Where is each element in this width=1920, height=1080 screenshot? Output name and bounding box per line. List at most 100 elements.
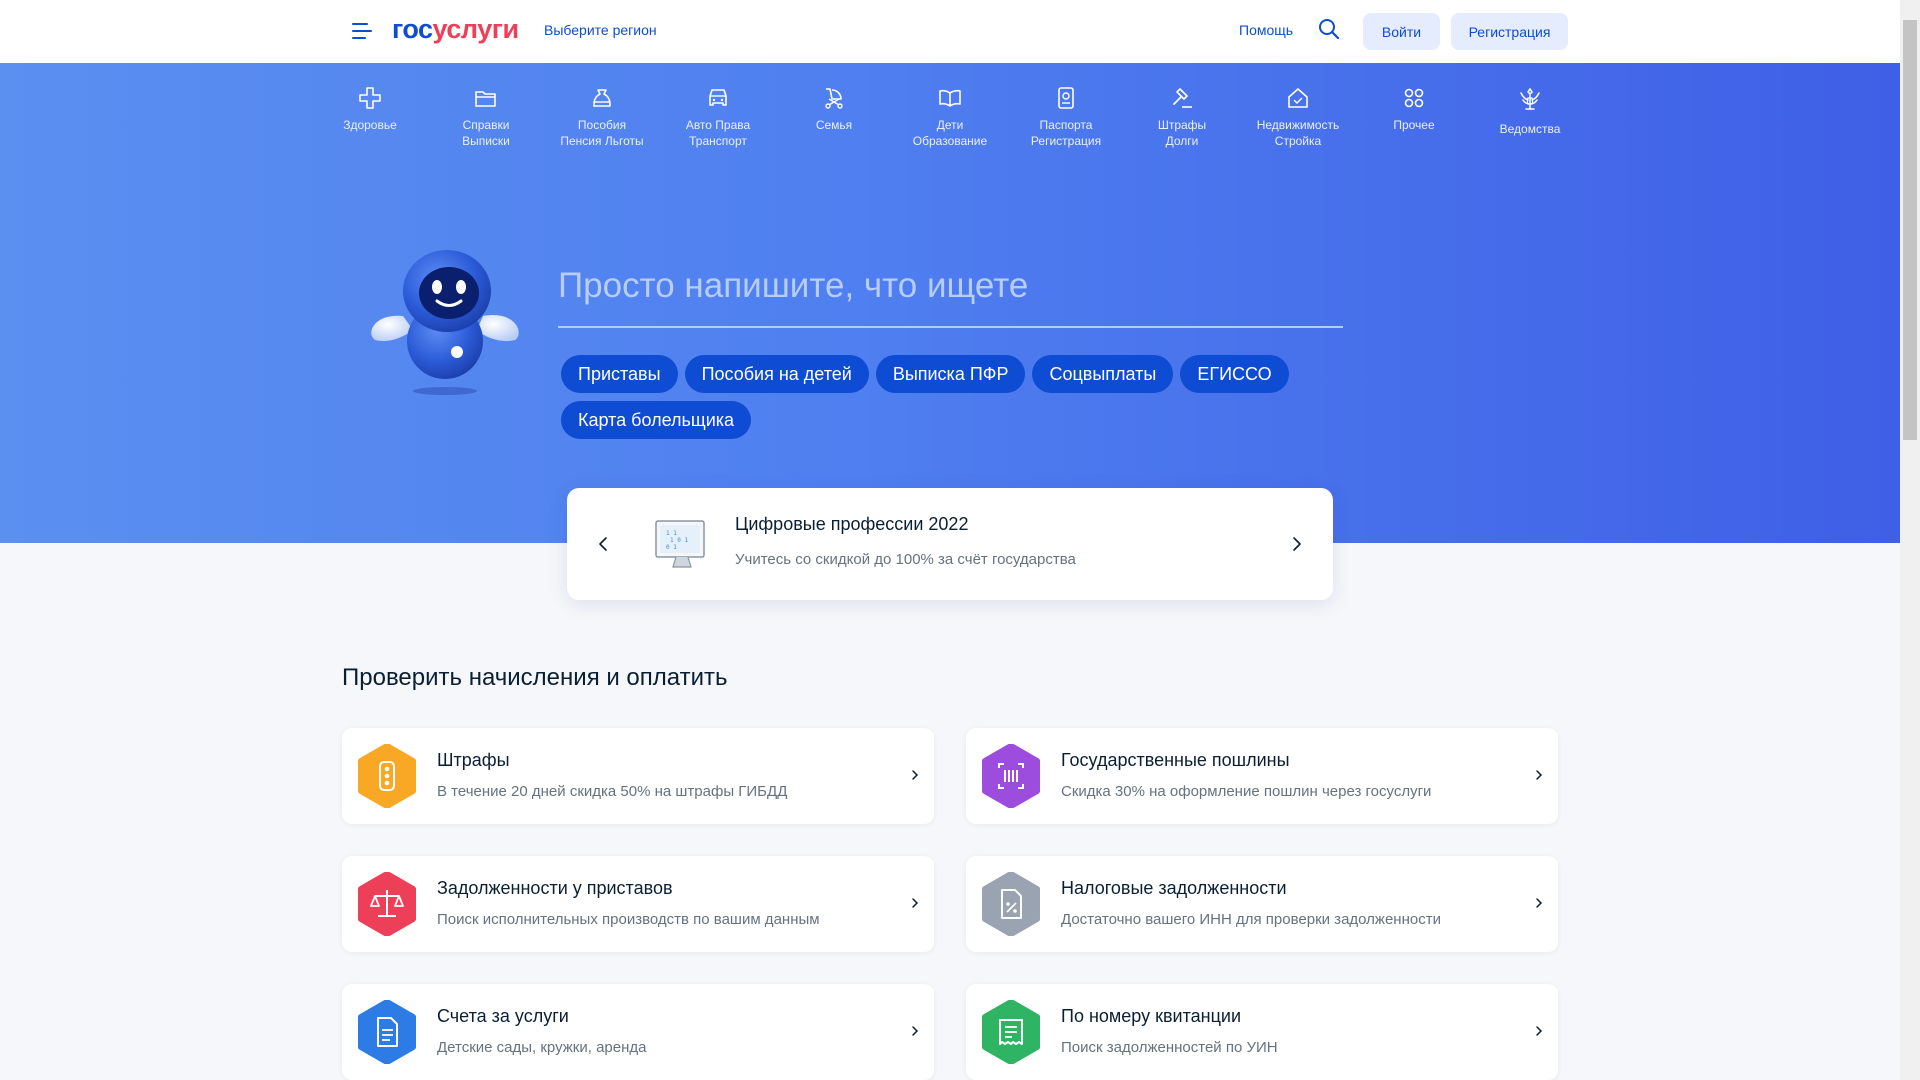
category-label-2: Стройка: [1274, 134, 1322, 148]
chevron-right-icon: [912, 770, 919, 780]
tax-document-icon: [982, 872, 1040, 936]
chevron-right-icon: [912, 898, 919, 908]
header: госуслуги Выберите регион Помощь Войти Р…: [0, 0, 1900, 63]
chevron-right-icon: [1536, 1026, 1543, 1036]
category-label: Недвижимость: [1256, 118, 1340, 132]
svg-text:0 1: 0 1: [666, 544, 677, 551]
chevron-left-icon[interactable]: [597, 536, 609, 552]
logo[interactable]: госуслуги: [392, 14, 519, 45]
register-button[interactable]: Регистрация: [1451, 13, 1568, 50]
passport-icon: [1058, 87, 1074, 109]
category-other[interactable]: Прочее: [1356, 85, 1472, 149]
category-label-2: Регистрация: [1030, 134, 1102, 148]
card-state-duties[interactable]: Государственные пошлины Скидка 30% на оф…: [966, 728, 1558, 824]
card-subtitle: В течение 20 дней скидка 50% на штрафы Г…: [437, 783, 788, 800]
card-bailiff-debts[interactable]: Задолженности у приставов Поиск исполнит…: [342, 856, 934, 952]
logo-part-uslugi: услуги: [432, 14, 520, 44]
promo-title: Цифровые профессии 2022: [735, 514, 969, 534]
svg-text:1 1: 1 1: [666, 530, 677, 537]
health-cross-icon: [359, 87, 381, 109]
scrollbar-thumb[interactable]: [1903, 20, 1917, 440]
login-button[interactable]: Войти: [1363, 13, 1440, 50]
help-link[interactable]: Помощь: [1239, 22, 1293, 38]
svg-text:1 0 1: 1 0 1: [670, 537, 688, 544]
category-real-estate[interactable]: Недвижимость Стройка: [1240, 85, 1356, 149]
category-children[interactable]: Дети Образование: [892, 85, 1008, 149]
scrollbar[interactable]: [1900, 0, 1920, 1080]
category-label-2: Транспорт: [689, 134, 747, 148]
category-fines[interactable]: Штрафы Долги: [1124, 85, 1240, 149]
category-label-2: Долги: [1165, 134, 1199, 148]
card-title: Счета за услуги: [437, 1006, 569, 1026]
category-label: Пособия: [577, 118, 627, 132]
chip-pristavy[interactable]: Приставы: [561, 355, 678, 393]
book-icon: [939, 89, 961, 107]
category-bar: Здоровье Справки Выписки Пособия Пенсия Ль…: [312, 85, 1588, 149]
chevron-right-icon: [1536, 898, 1543, 908]
chevron-right-icon[interactable]: [1291, 536, 1303, 552]
chip-fan-card[interactable]: Карта болельщика: [561, 401, 752, 439]
car-icon: [709, 89, 727, 106]
category-label: Ведомства: [1499, 122, 1561, 136]
category-agencies[interactable]: Ведомства: [1472, 85, 1588, 149]
card-service-bills[interactable]: Счета за услуги Детские сады, кружки, ар…: [342, 984, 934, 1080]
robot-assistant-image[interactable]: [365, 238, 530, 398]
card-subtitle: Детские сады, кружки, аренда: [437, 1039, 647, 1056]
folder-icon: [475, 91, 496, 107]
category-label: Прочее: [1393, 118, 1435, 132]
receipt-icon: [982, 1000, 1040, 1064]
search-icon[interactable]: [1317, 17, 1341, 41]
card-subtitle: Поиск задолженностей по УИН: [1061, 1039, 1278, 1056]
category-benefits[interactable]: Пособия Пенсия Льготы: [544, 85, 660, 149]
card-subtitle: Достаточно вашего ИНН для проверки задол…: [1061, 911, 1441, 928]
search-underline: [558, 326, 1343, 328]
menu-icon[interactable]: [352, 22, 374, 40]
category-label-2: Выписки: [462, 134, 510, 148]
category-family[interactable]: Семья: [776, 85, 892, 149]
chip-egisso[interactable]: ЕГИССО: [1180, 355, 1289, 393]
invoice-icon: [358, 1000, 416, 1064]
card-subtitle: Поиск исполнительных производств по ваши…: [437, 911, 820, 928]
logo-part-gos: гос: [392, 14, 433, 44]
moneybag-icon: [593, 89, 611, 107]
quick-chips: Приставы Пособия на детей Выписка ПФР Соцвы…: [561, 355, 1321, 447]
category-label: Семья: [815, 118, 853, 132]
barcode-icon: [982, 744, 1040, 808]
search-input[interactable]: Просто напишите, что ищете: [558, 266, 1028, 306]
section-title: Проверить начисления и оплатить: [342, 664, 728, 691]
chip-social-payments[interactable]: Соцвыплаты: [1032, 355, 1174, 393]
chevron-right-icon: [1536, 770, 1543, 780]
category-label-2: Образование: [912, 134, 988, 148]
grid-icon: [1404, 88, 1424, 108]
region-selector[interactable]: Выберите регион: [544, 22, 657, 38]
category-label: Здоровье: [343, 118, 397, 132]
promo-carousel[interactable]: 1 1 1 0 1 0 1 Цифровые профессии 2022 Уч…: [567, 488, 1333, 600]
card-title: Государственные пошлины: [1061, 750, 1290, 770]
scales-icon: [358, 872, 416, 936]
category-label-2: Пенсия Льготы: [560, 134, 644, 148]
card-title: Налоговые задолженности: [1061, 878, 1287, 898]
monitor-image: 1 1 1 0 1 0 1: [655, 520, 705, 568]
category-label: Справки: [462, 118, 510, 132]
gavel-icon: [1173, 88, 1192, 108]
category-label: Паспорта: [1039, 118, 1093, 132]
card-title: По номеру квитанции: [1061, 1006, 1241, 1026]
chip-child-benefits[interactable]: Пособия на детей: [684, 355, 869, 393]
card-title: Задолженности у приставов: [437, 878, 673, 898]
category-label: Штрафы: [1157, 118, 1207, 132]
category-health[interactable]: Здоровье: [312, 85, 428, 149]
category-auto[interactable]: Авто Права Транспорт: [660, 85, 776, 149]
card-tax-debts[interactable]: Налоговые задолженности Достаточно вашег…: [966, 856, 1558, 952]
traffic-light-icon: [358, 744, 416, 808]
stroller-icon: [825, 88, 843, 109]
promo-subtitle: Учитесь со скидкой до 100% за счёт госуд…: [735, 551, 1076, 568]
chevron-right-icon: [912, 1026, 919, 1036]
house-icon: [1288, 88, 1308, 108]
card-receipt-number[interactable]: По номеру квитанции Поиск задолженностей…: [966, 984, 1558, 1080]
category-label: Дети: [936, 118, 964, 132]
chip-pfr-statement[interactable]: Выписка ПФР: [875, 355, 1026, 393]
category-certificates[interactable]: Справки Выписки: [428, 85, 544, 149]
card-fines[interactable]: Штрафы В течение 20 дней скидка 50% на ш…: [342, 728, 934, 824]
category-passports[interactable]: Паспорта Регистрация: [1008, 85, 1124, 149]
category-label: Авто Права: [685, 118, 751, 132]
